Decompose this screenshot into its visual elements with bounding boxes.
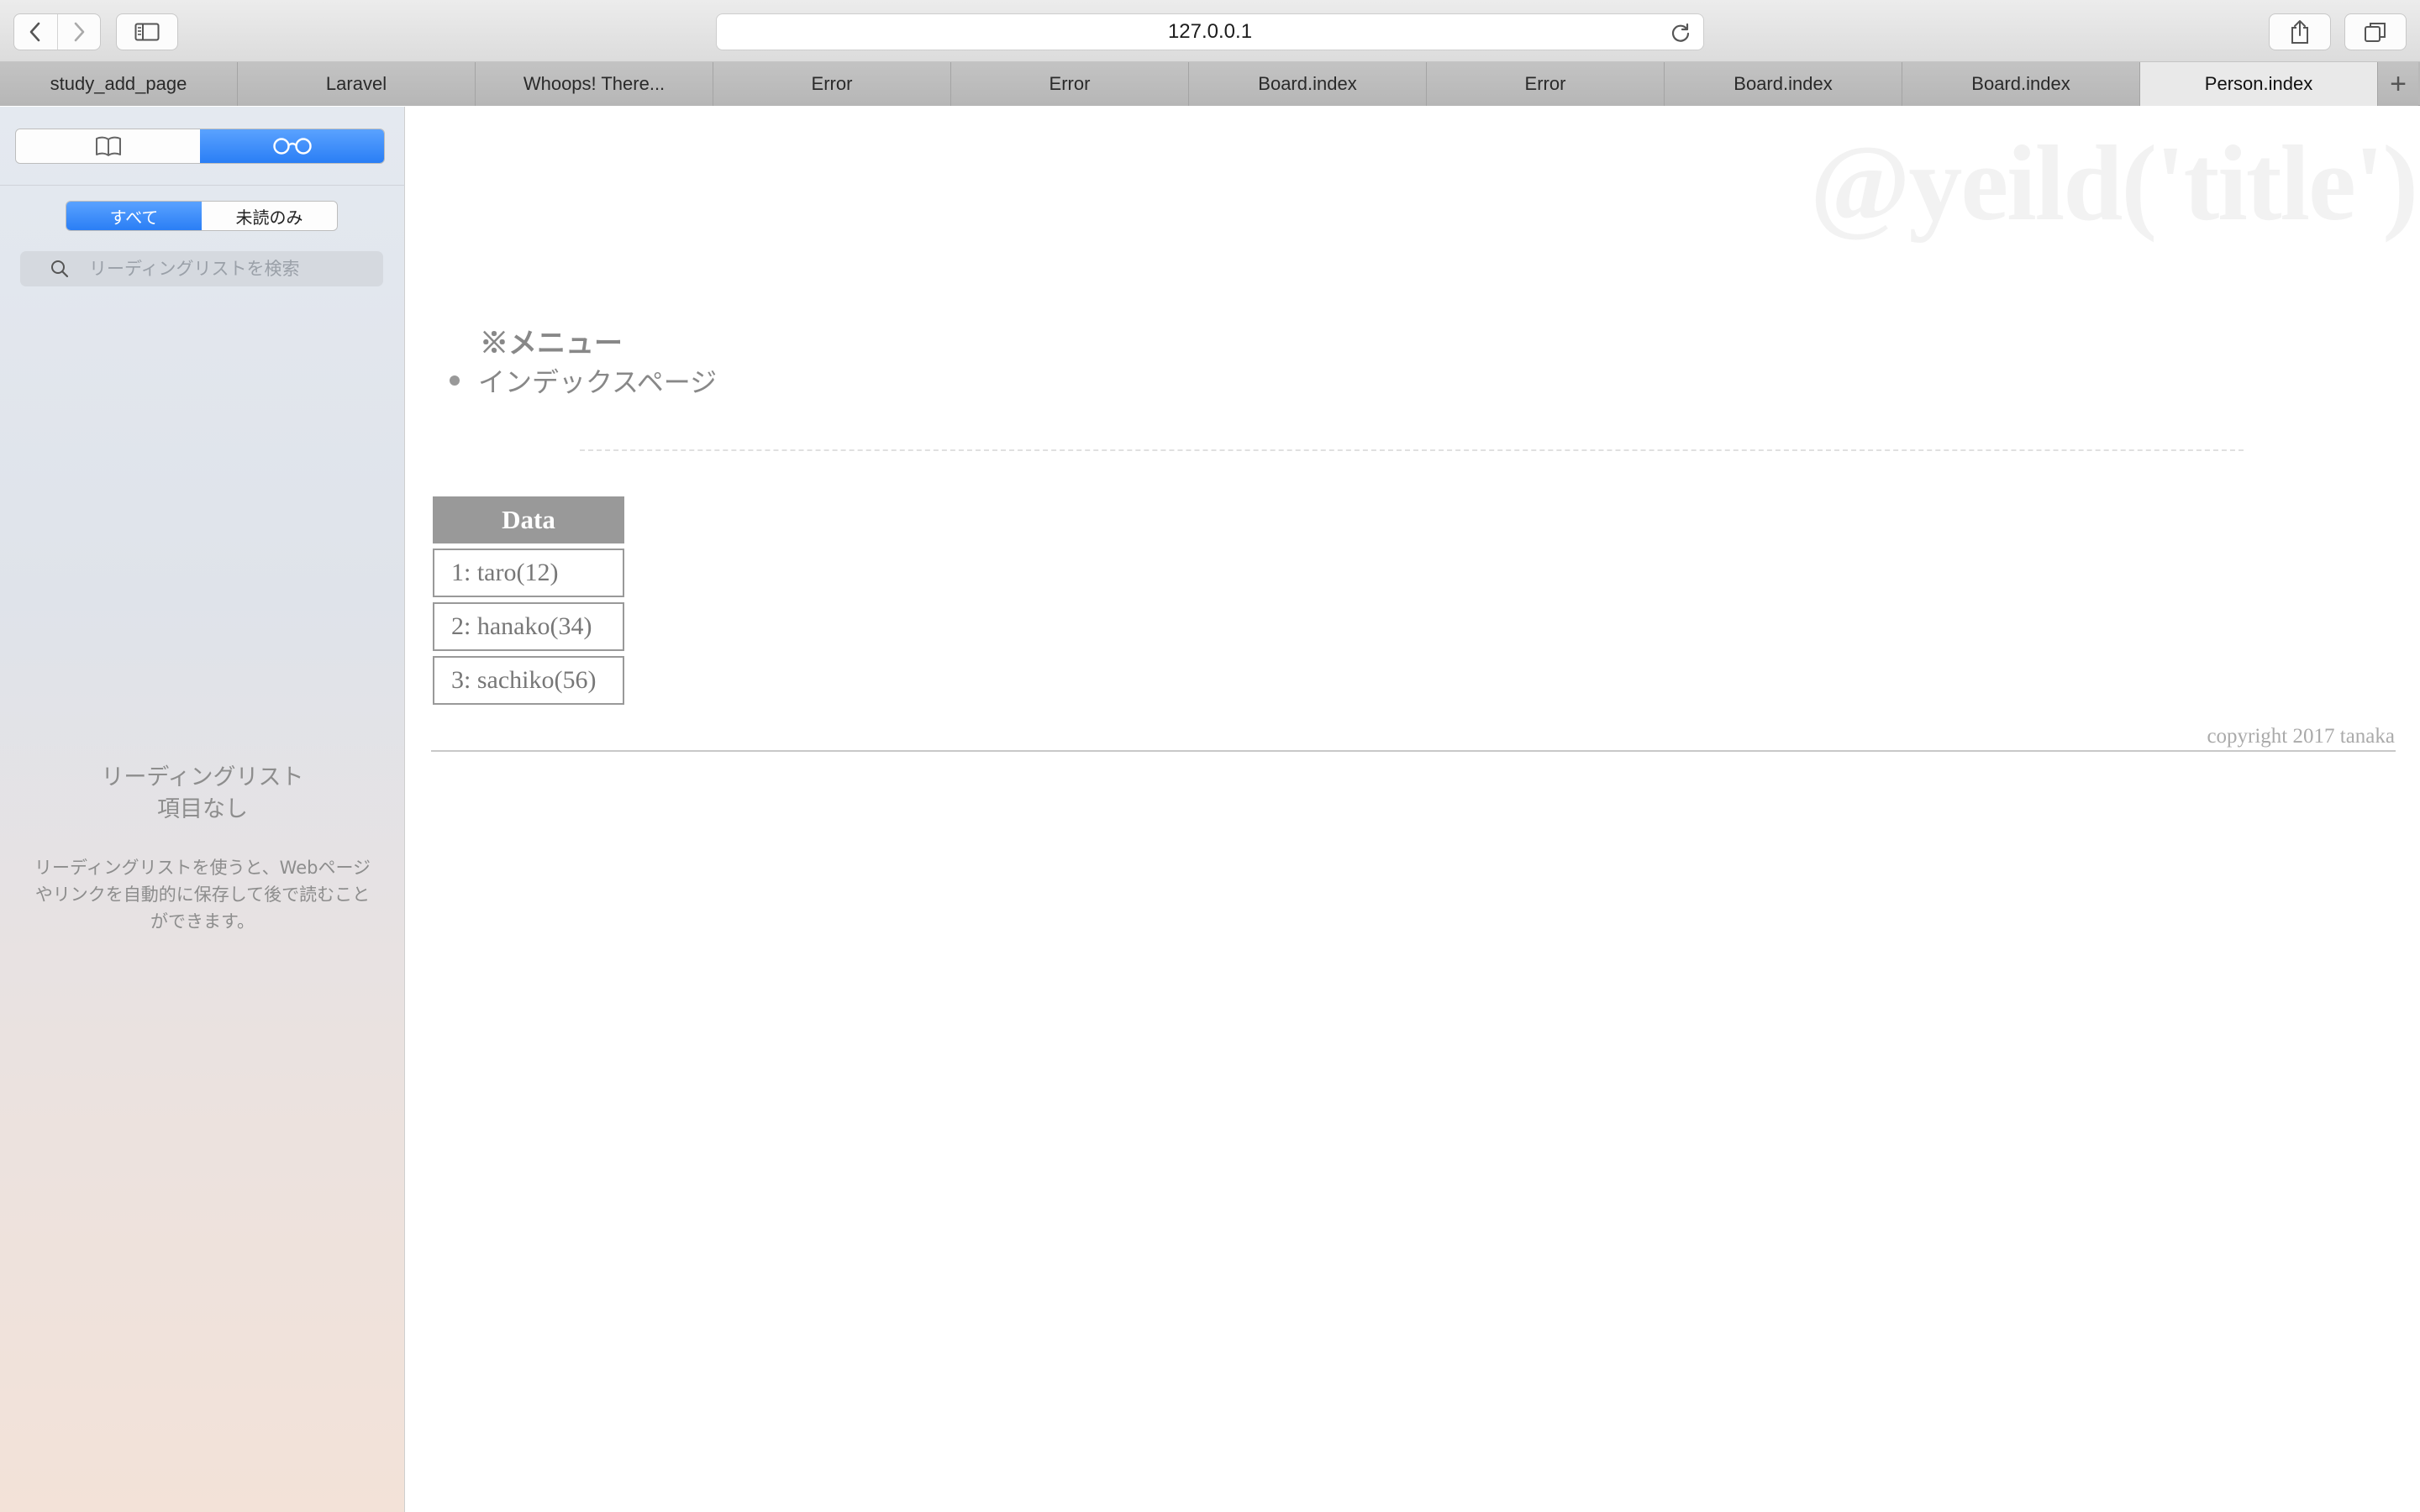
page-content: @yeild('title') ※メニュー インデックスページ Data 1: … xyxy=(406,107,2420,1512)
table-row: 3: sachiko(56) xyxy=(433,656,624,705)
empty-state-title: リーディングリスト 項目なし xyxy=(0,762,405,826)
address-text: 127.0.0.1 xyxy=(1167,20,1253,43)
data-table: Data 1: taro(12) 2: hanako(34) 3: sachik… xyxy=(433,496,624,705)
reading-list-search xyxy=(20,251,383,286)
show-tabs-button[interactable] xyxy=(2344,13,2407,50)
empty-state-description: リーディングリストを使うと、Webページやリンクを自動的に保存して後で読むことが… xyxy=(34,858,371,932)
tab-study-add-page[interactable]: study_add_page xyxy=(0,62,238,106)
tab-whoops[interactable]: Whoops! There... xyxy=(476,62,713,106)
sidebar-separator xyxy=(0,185,405,186)
reading-filter: すべて 未読のみ xyxy=(66,201,338,231)
dashed-divider xyxy=(580,449,2244,451)
sidebar-toggle-button[interactable] xyxy=(116,13,178,50)
filter-unread-button[interactable]: 未読のみ xyxy=(202,202,337,230)
copyright-text: copyright 2017 tanaka xyxy=(2207,725,2395,748)
tabs-overview-icon xyxy=(2365,23,2386,42)
search-input[interactable] xyxy=(89,259,375,279)
tab-bar: study_add_page Laravel Whoops! There... … xyxy=(0,62,2420,106)
sidebar-icon xyxy=(134,23,160,41)
filter-all-button[interactable]: すべて xyxy=(66,202,202,230)
reload-icon[interactable] xyxy=(1670,22,1691,44)
bookmarks-tab[interactable] xyxy=(16,129,200,163)
share-icon xyxy=(2291,20,2308,44)
tab-person-index[interactable]: Person.index xyxy=(2140,62,2378,106)
navigation-buttons xyxy=(13,13,101,50)
reading-list-tab[interactable] xyxy=(200,129,384,163)
tab-laravel[interactable]: Laravel xyxy=(238,62,476,106)
address-bar[interactable]: 127.0.0.1 xyxy=(716,13,1704,50)
empty-state-title-line1: リーディングリスト xyxy=(101,764,304,790)
tab-error-1[interactable]: Error xyxy=(713,62,951,106)
browser-toolbar: 127.0.0.1 xyxy=(0,0,2420,62)
index-page-link[interactable]: インデックスページ xyxy=(478,361,717,400)
bullet-icon xyxy=(450,375,460,386)
menu-item: インデックスページ xyxy=(450,361,717,400)
forward-button[interactable] xyxy=(56,14,101,50)
book-icon xyxy=(95,136,121,156)
tab-error-2[interactable]: Error xyxy=(951,62,1189,106)
sidebar-mode-switch xyxy=(15,129,385,164)
page-title: @yeild('title') xyxy=(1810,123,2418,243)
table-row: 2: hanako(34) xyxy=(433,602,624,651)
glasses-icon xyxy=(272,138,312,155)
empty-state-title-line2: 項目なし xyxy=(157,796,248,822)
search-icon xyxy=(51,260,69,278)
tab-board-index-2[interactable]: Board.index xyxy=(1665,62,1902,106)
table-row: 1: taro(12) xyxy=(433,549,624,597)
new-tab-button[interactable]: + xyxy=(2378,62,2418,106)
chevron-left-icon xyxy=(29,22,40,42)
tab-board-index-1[interactable]: Board.index xyxy=(1189,62,1427,106)
share-button[interactable] xyxy=(2269,13,2331,50)
footer-divider xyxy=(431,750,2396,752)
menu-heading: ※メニュー xyxy=(480,327,623,360)
tab-error-3[interactable]: Error xyxy=(1427,62,1665,106)
menu-list: インデックスページ xyxy=(450,361,717,400)
chevron-right-icon xyxy=(74,22,85,42)
table-header: Data xyxy=(433,496,624,543)
reading-list-sidebar: すべて 未読のみ リーディングリスト 項目なし リーディングリストを使うと、We… xyxy=(0,107,405,1512)
tab-board-index-3[interactable]: Board.index xyxy=(1902,62,2140,106)
back-button[interactable] xyxy=(14,14,57,50)
